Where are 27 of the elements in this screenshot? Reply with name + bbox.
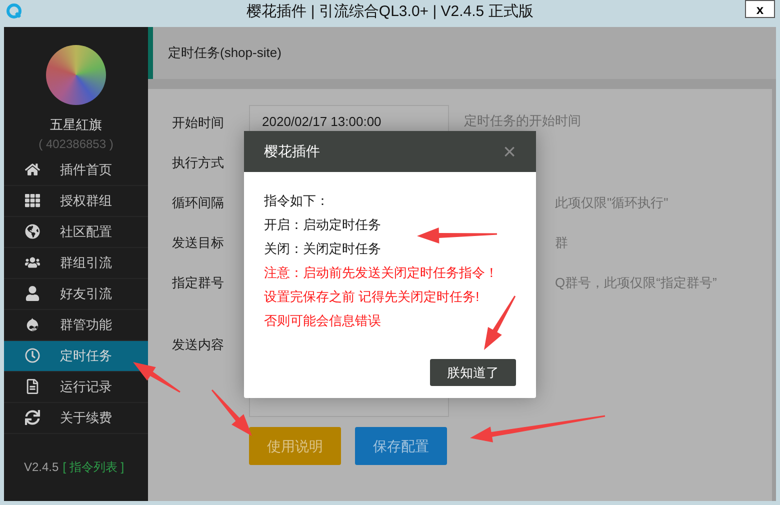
dialog-title: 樱花插件 bbox=[264, 142, 320, 161]
instruction-text: 关闭：关闭定时任务 bbox=[264, 240, 381, 258]
warning-text: 注意：启动前先发送关闭定时任务指令！ bbox=[264, 264, 498, 282]
field-label: 指定群号 bbox=[172, 274, 225, 292]
sidebar-item[interactable]: 定时任务 bbox=[4, 340, 148, 372]
field-label: 发送目标 bbox=[172, 234, 225, 252]
field-label: 执行方式 bbox=[172, 154, 225, 172]
warning-text: 设置完保存之前 记得先关闭定时任务! bbox=[264, 288, 480, 306]
warning-text: 否则可能会信息错误 bbox=[264, 312, 381, 330]
field-hint: 定时任务的开始时间 bbox=[464, 112, 581, 130]
field-label: 发送内容 bbox=[172, 336, 225, 354]
sidebar-item[interactable]: 授权群组 bbox=[4, 186, 148, 216]
field-hint: 此项仅限"循环执行" bbox=[555, 194, 668, 212]
user-id: ( 402386853 ) bbox=[38, 136, 114, 152]
window-title: 樱花插件 | 引流综合QL3.0+ | V2.4.5 正式版 bbox=[246, 2, 534, 22]
instruction-text: 开启：启动定时任务 bbox=[264, 216, 381, 234]
version-label: V2.4.5 bbox=[24, 458, 59, 476]
instruction-text: 指令如下： bbox=[264, 192, 329, 210]
field-label: 开始时间 bbox=[172, 114, 225, 132]
field-hint: 群 bbox=[555, 234, 568, 252]
field-label: 循环间隔 bbox=[172, 194, 225, 212]
field-hint: Q群号，此项仅限“指定群号” bbox=[555, 274, 717, 292]
close-button[interactable]: x bbox=[745, 0, 775, 18]
command-list-link[interactable]: [ 指令列表 ] bbox=[62, 458, 124, 476]
page-title: 定时任务(shop-site) bbox=[168, 44, 282, 62]
user-name: 五星紅旗 bbox=[49, 116, 103, 134]
acknowledge-button[interactable]: 朕知道了 bbox=[430, 359, 516, 386]
